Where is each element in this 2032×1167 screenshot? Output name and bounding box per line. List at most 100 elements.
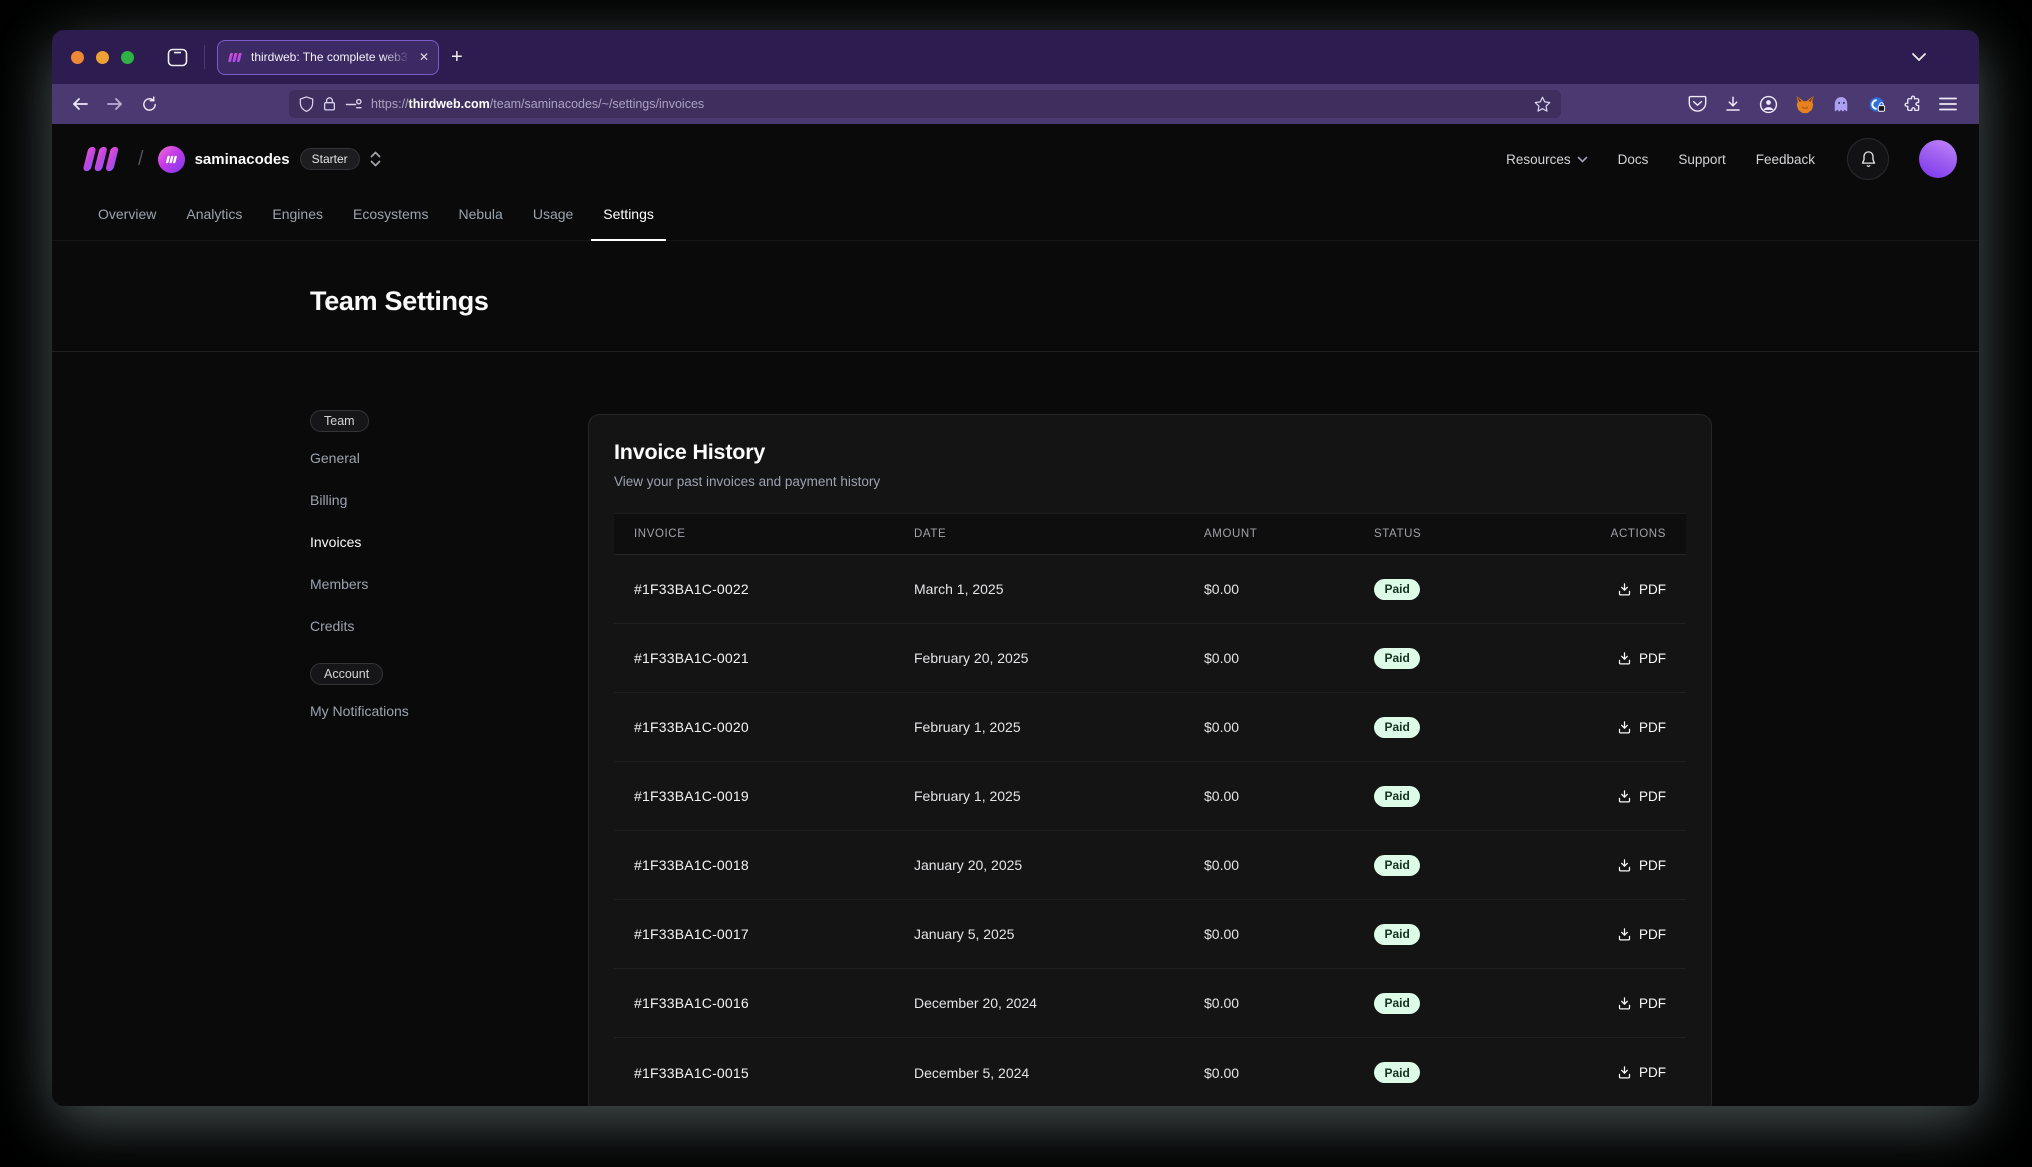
invoice-status: Paid <box>1354 924 1524 945</box>
table-row: #1F33BA1C-0019 February 1, 2025 $0.00 Pa… <box>614 762 1686 831</box>
site-header: / saminacodes Starter Resources <box>52 124 1979 188</box>
tab-overview[interactable]: Overview <box>86 188 168 241</box>
thirdweb-favicon <box>227 52 243 63</box>
sidebar-item-members[interactable]: Members <box>310 563 510 605</box>
column-header-status: STATUS <box>1354 528 1524 540</box>
back-icon <box>71 96 89 112</box>
new-tab-button[interactable]: + <box>451 46 463 69</box>
tab-ecosystems[interactable]: Ecosystems <box>341 188 440 241</box>
column-header-actions: ACTIONS <box>1524 528 1686 540</box>
forward-button[interactable] <box>106 96 124 112</box>
url-domain: thirdweb.com <box>409 97 490 111</box>
chevron-down-icon <box>1577 156 1588 163</box>
status-badge: Paid <box>1374 855 1420 876</box>
permissions-icon[interactable] <box>345 97 362 112</box>
card-title: Invoice History <box>614 440 1686 465</box>
tracking-protection-shield-icon[interactable] <box>299 96 314 112</box>
connection-lock-icon[interactable] <box>323 96 336 112</box>
bookmark-star-icon[interactable] <box>1534 96 1551 112</box>
thirdweb-logo[interactable] <box>80 146 122 172</box>
invoice-number: #1F33BA1C-0015 <box>614 1065 894 1081</box>
account-button[interactable] <box>1759 95 1778 114</box>
team-avatar[interactable] <box>158 146 185 173</box>
firefox-view-button[interactable] <box>167 48 188 67</box>
table-row: #1F33BA1C-0016 December 20, 2024 $0.00 P… <box>614 969 1686 1038</box>
url-text: https://thirdweb.com/team/saminacodes/~/… <box>371 97 1525 111</box>
team-switcher-button[interactable] <box>369 150 382 168</box>
back-button[interactable] <box>71 96 89 112</box>
page-title: Team Settings <box>310 286 489 317</box>
tab-nebula[interactable]: Nebula <box>446 188 514 241</box>
url-bar[interactable]: https://thirdweb.com/team/saminacodes/~/… <box>289 90 1561 118</box>
list-all-tabs-button[interactable] <box>1911 52 1927 62</box>
download-pdf-button[interactable]: PDF <box>1524 996 1686 1011</box>
pocket-button[interactable] <box>1688 95 1707 113</box>
settings-sidebar: Team General Billing Invoices Members Cr… <box>310 352 510 1106</box>
sidebar-group-team: Team <box>310 410 369 432</box>
hamburger-menu-icon <box>1939 97 1957 111</box>
invoice-status: Paid <box>1354 579 1524 600</box>
invoice-amount: $0.00 <box>1184 788 1354 804</box>
download-pdf-button[interactable]: PDF <box>1524 858 1686 873</box>
minimize-window-button[interactable] <box>96 51 109 64</box>
docs-link[interactable]: Docs <box>1618 152 1649 167</box>
chevron-down-icon <box>1911 52 1927 62</box>
toolbar-extensions <box>1688 95 1979 114</box>
download-pdf-button[interactable]: PDF <box>1524 720 1686 735</box>
sidebar-item-invoices[interactable]: Invoices <box>310 521 510 563</box>
invoice-status: Paid <box>1354 717 1524 738</box>
password-manager-extension-button[interactable] <box>1868 95 1887 114</box>
invoice-amount: $0.00 <box>1184 995 1354 1011</box>
invoice-date: January 20, 2025 <box>894 857 1184 873</box>
metamask-extension-button[interactable] <box>1795 95 1815 114</box>
thirdweb-dashboard: / saminacodes Starter Resources <box>52 124 1979 1106</box>
invoice-number: #1F33BA1C-0018 <box>614 857 894 873</box>
download-pdf-button[interactable]: PDF <box>1524 789 1686 804</box>
support-link[interactable]: Support <box>1678 152 1725 167</box>
bell-icon <box>1860 150 1877 168</box>
tab-close-icon[interactable]: ✕ <box>419 51 429 63</box>
tab-usage[interactable]: Usage <box>521 188 585 241</box>
downloads-button[interactable] <box>1724 95 1742 113</box>
sidebar-item-general[interactable]: General <box>310 437 510 479</box>
team-settings-list: General Billing Invoices Members Credits <box>310 437 510 647</box>
notifications-button[interactable] <box>1847 138 1889 180</box>
download-pdf-button[interactable]: PDF <box>1524 651 1686 666</box>
resources-menu[interactable]: Resources <box>1506 152 1588 167</box>
download-pdf-button[interactable]: PDF <box>1524 927 1686 942</box>
download-pdf-button[interactable]: PDF <box>1524 1065 1686 1080</box>
menu-button[interactable] <box>1939 97 1957 111</box>
team-name[interactable]: saminacodes <box>195 151 290 168</box>
download-pdf-button[interactable]: PDF <box>1524 582 1686 597</box>
download-icon <box>1724 95 1742 113</box>
status-badge: Paid <box>1374 924 1420 945</box>
phantom-extension-button[interactable] <box>1832 95 1851 114</box>
invoice-number: #1F33BA1C-0019 <box>614 788 894 804</box>
puzzle-piece-icon <box>1904 95 1922 113</box>
invoice-date: December 20, 2024 <box>894 995 1184 1011</box>
browser-tab-active[interactable]: thirdweb: The complete web3 d ✕ <box>217 40 439 75</box>
download-icon <box>1617 720 1632 735</box>
extensions-button[interactable] <box>1904 95 1922 113</box>
sidebar-item-billing[interactable]: Billing <box>310 479 510 521</box>
browser-window: thirdweb: The complete web3 d ✕ + <box>52 30 1979 1106</box>
card-subtitle: View your past invoices and payment hist… <box>614 474 1686 489</box>
user-avatar[interactable] <box>1919 140 1957 178</box>
tab-analytics[interactable]: Analytics <box>174 188 254 241</box>
status-badge: Paid <box>1374 1062 1420 1083</box>
invoice-date: February 1, 2025 <box>894 719 1184 735</box>
tab-settings[interactable]: Settings <box>591 188 666 241</box>
phantom-ghost-icon <box>1832 95 1851 114</box>
table-row: #1F33BA1C-0020 February 1, 2025 $0.00 Pa… <box>614 693 1686 762</box>
tab-engines[interactable]: Engines <box>260 188 335 241</box>
reload-button[interactable] <box>141 96 158 113</box>
sidebar-item-credits[interactable]: Credits <box>310 605 510 647</box>
invoice-status: Paid <box>1354 648 1524 669</box>
feedback-link[interactable]: Feedback <box>1756 152 1815 167</box>
close-window-button[interactable] <box>71 51 84 64</box>
invoice-date: March 1, 2025 <box>894 581 1184 597</box>
maximize-window-button[interactable] <box>121 51 134 64</box>
sidebar-item-my-notifications[interactable]: My Notifications <box>310 690 510 732</box>
invoice-amount: $0.00 <box>1184 1065 1354 1081</box>
invoice-number: #1F33BA1C-0020 <box>614 719 894 735</box>
